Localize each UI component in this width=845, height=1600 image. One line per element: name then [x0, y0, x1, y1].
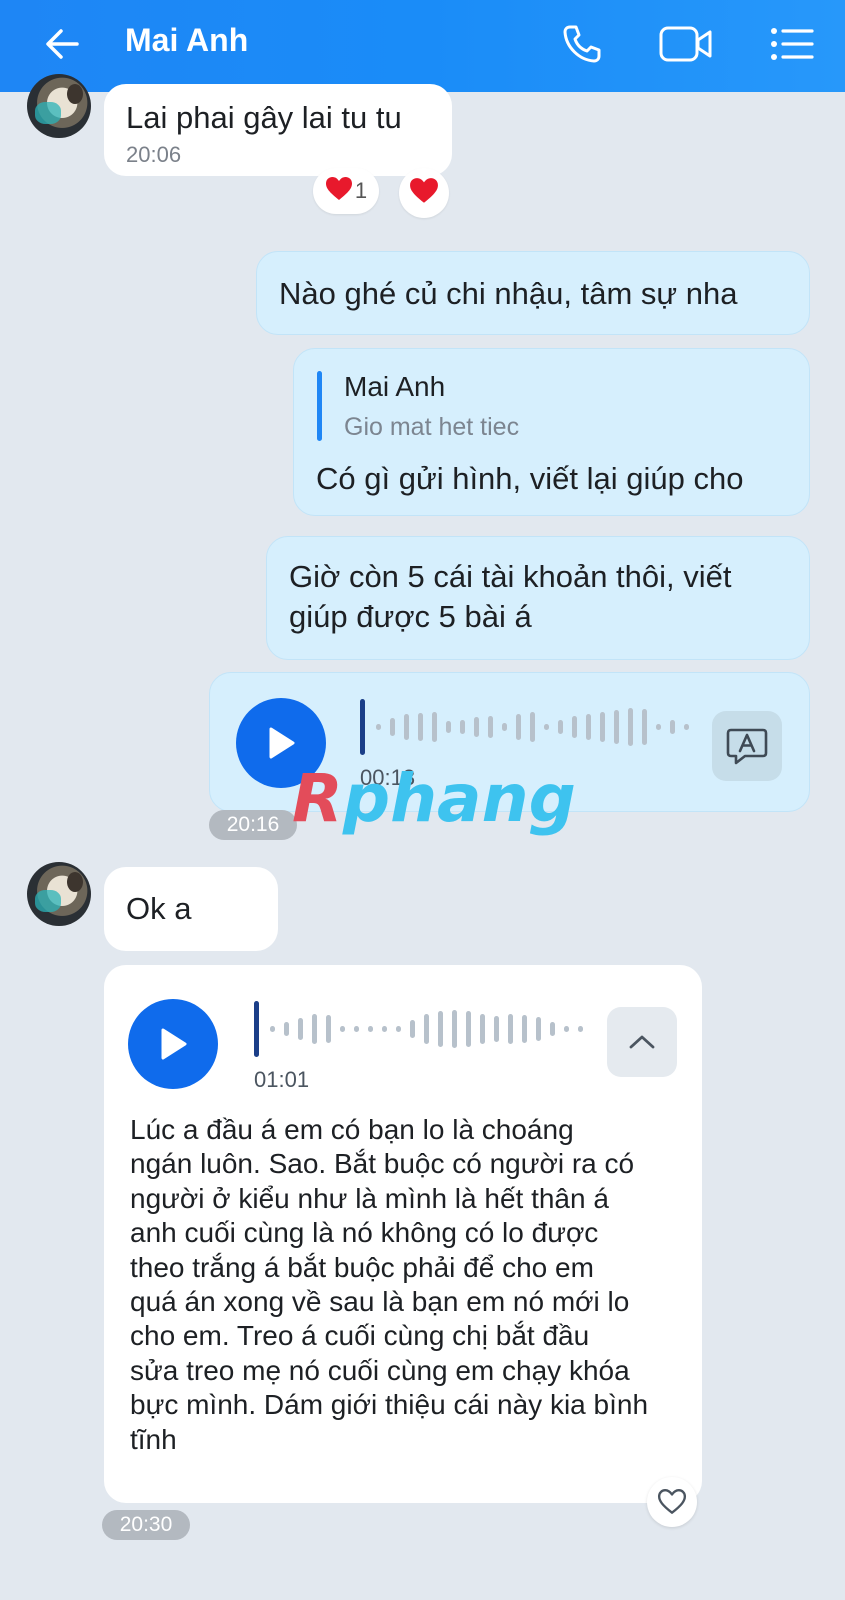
- message-text: Ok a: [126, 891, 192, 926]
- transcript-line: anh cuối cùng là nó không có lo được: [130, 1217, 599, 1249]
- menu-list-icon[interactable]: [764, 16, 820, 72]
- collapse-transcript-button[interactable]: [607, 1007, 677, 1077]
- chat-body[interactable]: Lai phai gây lai tu tu 20:06 1 Nào ghé c…: [0, 74, 845, 1600]
- voice-transcript: Lúc a đầu á em có bạn lo là choáng ngán l…: [130, 1113, 690, 1457]
- play-icon: [269, 727, 295, 759]
- message-text: Nào ghé củ chi nhậu, tâm sự nha: [279, 276, 738, 311]
- waveform[interactable]: [360, 697, 690, 757]
- message-text: Lai phai gây lai tu tu: [126, 100, 402, 135]
- reaction-summary[interactable]: 1: [313, 168, 379, 214]
- react-button[interactable]: [647, 1477, 697, 1527]
- heart-outline-icon: [657, 1489, 687, 1514]
- react-heart-button[interactable]: [399, 168, 449, 218]
- avatar[interactable]: [27, 862, 91, 926]
- transcript-line: theo trắng á bắt buộc phải để cho em: [130, 1251, 594, 1283]
- time-separator: 20:16: [209, 810, 297, 840]
- watermark-logo: Rphang: [292, 760, 576, 837]
- chat-header: Mai Anh: [0, 0, 845, 92]
- back-arrow-icon[interactable]: [36, 18, 88, 70]
- video-call-icon[interactable]: [658, 16, 714, 72]
- message-text-line: giúp được 5 bài á: [289, 599, 532, 634]
- transcript-line: tĩnh: [130, 1423, 177, 1455]
- message-text: Có gì gửi hình, viết lại giúp cho: [316, 461, 744, 496]
- transcript-line: Lúc a đầu á em có bạn lo là choáng: [130, 1114, 574, 1145]
- heart-icon: [325, 176, 353, 207]
- avatar[interactable]: [27, 74, 91, 138]
- voice-duration: 01:01: [254, 1067, 310, 1092]
- transcript-line: người ở kiểu như là mình là hết thân á: [130, 1182, 609, 1214]
- transcript-line: quá án xong về sau là bạn em nó mới lo: [130, 1286, 630, 1318]
- incoming-message-bubble[interactable]: Ok a: [104, 867, 278, 951]
- chevron-up-icon: [629, 1035, 655, 1049]
- phone-icon[interactable]: [554, 16, 610, 72]
- incoming-voice-message[interactable]: 01:01 Lúc a đầu á em có bạn lo là choáng…: [104, 965, 702, 1503]
- time-separator: 20:30: [102, 1510, 190, 1540]
- speech-to-text-button[interactable]: [712, 711, 782, 781]
- message-time: 20:06: [126, 142, 182, 167]
- message-text-line: Giờ còn 5 cái tài khoản thôi, viết: [289, 559, 732, 594]
- incoming-message-bubble[interactable]: Lai phai gây lai tu tu 20:06: [104, 84, 452, 176]
- transcript-line: bực mình. Dám giới thiệu cái này kia bìn…: [130, 1389, 649, 1421]
- reaction-count: 1: [354, 178, 368, 203]
- outgoing-message-bubble[interactable]: Nào ghé củ chi nhậu, tâm sự nha: [256, 251, 810, 335]
- transcript-line: cho em. Treo á cuối cùng chị bắt đầu: [130, 1320, 590, 1352]
- quote-text: Gio mat het tiec: [344, 413, 520, 441]
- play-icon: [161, 1028, 187, 1060]
- transcript-line: sửa treo mẹ nó cuối cùng em chạy khóa: [130, 1354, 630, 1386]
- transcript-line: ngán luôn. Sao. Bắt buộc có người ra có: [130, 1148, 635, 1180]
- quote-bar: [317, 371, 322, 441]
- play-button[interactable]: [128, 999, 218, 1089]
- contact-name-title[interactable]: Mai Anh: [125, 22, 248, 59]
- transcribe-icon: [726, 728, 768, 765]
- quote-sender: Mai Anh: [344, 371, 446, 402]
- waveform[interactable]: [254, 999, 584, 1059]
- outgoing-reply-bubble[interactable]: Mai Anh Gio mat het tiec Có gì gửi hình,…: [293, 348, 810, 516]
- outgoing-message-bubble[interactable]: Giờ còn 5 cái tài khoản thôi, viết giúp …: [266, 536, 810, 660]
- heart-icon: [409, 177, 439, 210]
